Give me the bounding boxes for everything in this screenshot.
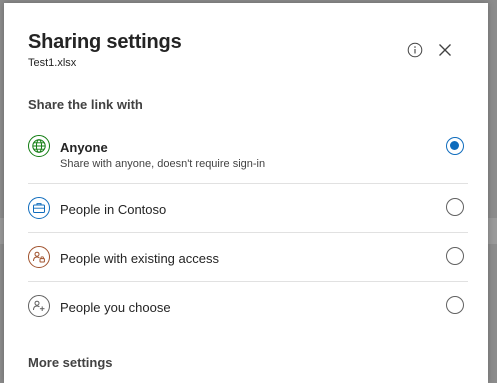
- briefcase-icon: [28, 197, 50, 219]
- close-button[interactable]: [434, 39, 456, 61]
- option-anyone-label: Anyone: [60, 140, 108, 155]
- share-link-with-label: Share the link with: [28, 97, 143, 112]
- option-people-in-contoso[interactable]: People in Contoso: [28, 184, 468, 233]
- option-people-with-existing-access[interactable]: People with existing access: [28, 233, 468, 282]
- option-people-you-choose-radio[interactable]: [446, 296, 464, 314]
- people-add-icon: [28, 295, 50, 317]
- option-people-with-existing-access-radio[interactable]: [446, 247, 464, 265]
- info-button[interactable]: [404, 39, 426, 61]
- share-options-list: Anyone Share with anyone, doesn't requir…: [28, 123, 468, 330]
- option-people-in-contoso-label: People in Contoso: [60, 202, 167, 217]
- option-people-you-choose[interactable]: People you choose: [28, 282, 468, 330]
- option-people-in-contoso-radio[interactable]: [446, 198, 464, 216]
- option-people-with-existing-access-label: People with existing access: [60, 251, 219, 266]
- people-lock-icon: [28, 246, 50, 268]
- more-settings-header[interactable]: More settings: [28, 355, 113, 370]
- option-anyone[interactable]: Anyone Share with anyone, doesn't requir…: [28, 123, 468, 184]
- info-icon: [407, 42, 423, 58]
- dialog-title: Sharing settings: [28, 31, 182, 53]
- option-anyone-radio[interactable]: [446, 137, 464, 155]
- sharing-settings-dialog: Sharing settings Test1.xlsx Share the li…: [4, 3, 488, 383]
- close-icon: [439, 44, 451, 56]
- globe-icon: [28, 135, 50, 157]
- file-name: Test1.xlsx: [28, 57, 77, 69]
- option-people-you-choose-label: People you choose: [60, 300, 171, 315]
- option-anyone-description: Share with anyone, doesn't require sign-…: [60, 158, 266, 170]
